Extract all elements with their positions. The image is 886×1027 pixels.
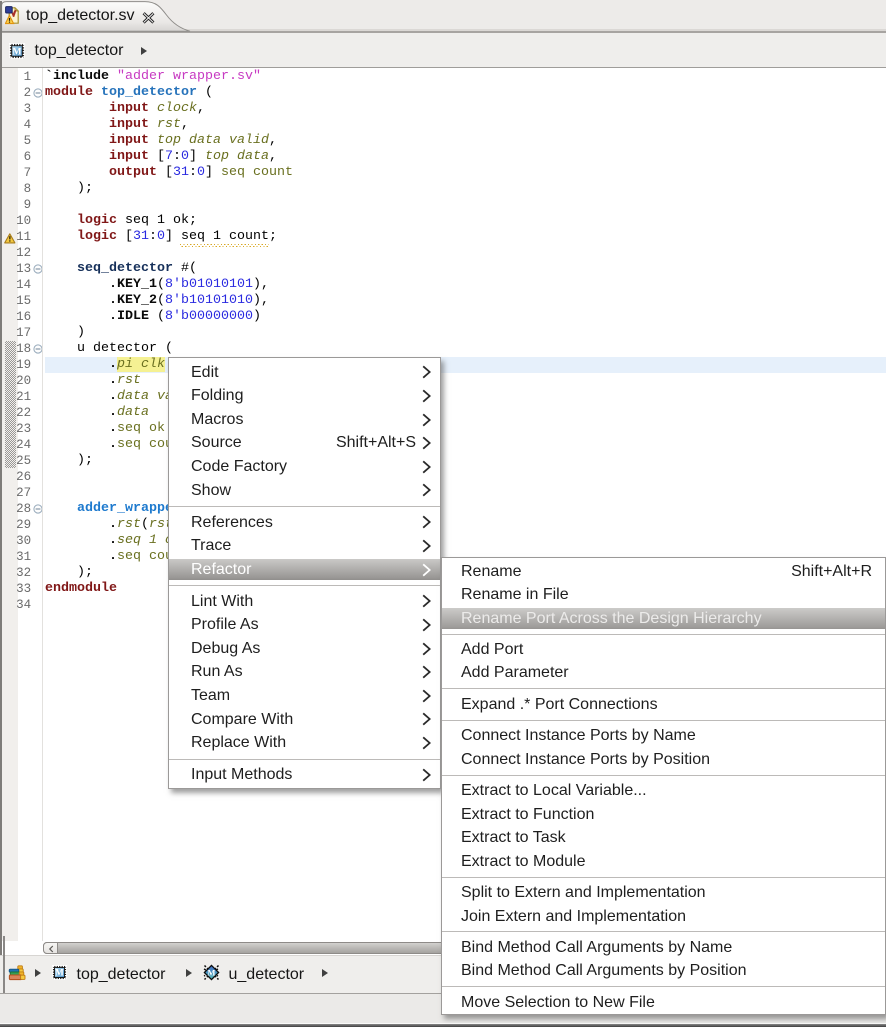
svg-text:M: M xyxy=(207,968,215,977)
svg-text:M: M xyxy=(55,968,64,978)
svg-text:M: M xyxy=(13,46,22,57)
